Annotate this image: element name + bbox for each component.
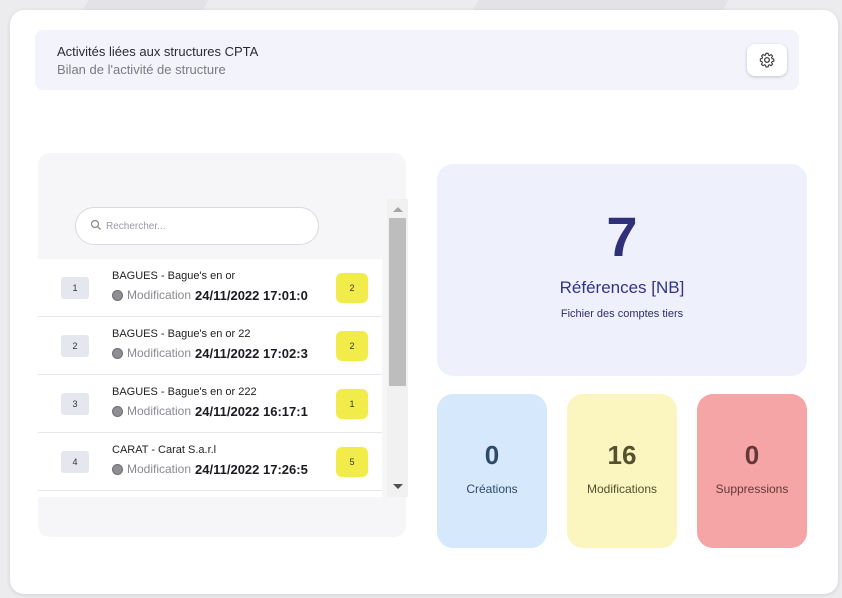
item-meta: Modification 24/11/2022 16:17:1 [112, 403, 340, 419]
references-sublabel: Fichier des comptes tiers [560, 308, 684, 320]
search-field[interactable] [75, 207, 319, 245]
item-number: 2 [61, 335, 89, 357]
item-number: 1 [61, 277, 89, 299]
suppressions-label: Suppressions [715, 482, 789, 496]
count-badge: 1 [336, 389, 368, 419]
list-scrollbar[interactable] [387, 199, 408, 497]
item-meta: Modification 24/11/2022 17:02:3 [112, 345, 340, 361]
scrollbar-thumb[interactable] [389, 218, 406, 386]
item-meta: Modification 24/11/2022 17:26:5 [112, 461, 340, 477]
status-dot-icon [112, 405, 123, 417]
search-input[interactable] [106, 220, 296, 232]
count-badge: 2 [336, 273, 368, 303]
settings-button[interactable] [747, 44, 787, 76]
item-title: CARAT - Carat S.a.r.l [112, 444, 217, 456]
scroll-down-icon[interactable] [393, 484, 403, 489]
list-item[interactable]: 2 BAGUES - Bague's en or 22 Modification… [38, 317, 382, 375]
page-subtitle: Bilan de l'activité de structure [57, 62, 226, 77]
item-action: Modification [127, 462, 192, 476]
item-meta: Modification 24/11/2022 17:01:0 [112, 287, 340, 303]
page-title: Activités liées aux structures CPTA [57, 44, 259, 59]
scroll-up-icon[interactable] [393, 207, 403, 212]
creations-value: 0 [484, 440, 500, 470]
gear-icon [759, 52, 775, 68]
modifications-stat-card: 16 Modifications [567, 394, 677, 548]
status-dot-icon [112, 289, 123, 301]
item-action: Modification [127, 346, 192, 360]
creations-stat-card: 0 Créations [437, 394, 547, 548]
status-dot-icon [112, 463, 123, 475]
activity-list: 1 BAGUES - Bague's en or Modification 24… [38, 259, 382, 497]
item-date: 24/11/2022 16:17:1 [195, 403, 308, 419]
references-stat-card: 7 Références [NB] Fichier des comptes ti… [437, 164, 807, 376]
item-date: 24/11/2022 17:01:0 [195, 287, 308, 303]
item-date: 24/11/2022 17:02:3 [195, 345, 308, 361]
activity-list-panel: 1 BAGUES - Bague's en or Modification 24… [38, 153, 408, 537]
status-dot-icon [112, 347, 123, 359]
count-badge: 2 [336, 331, 368, 361]
item-number: 4 [61, 451, 89, 473]
item-number: 3 [61, 393, 89, 415]
suppressions-value: 0 [744, 440, 760, 470]
references-label: Références [NB] [559, 278, 685, 297]
references-value: 7 [606, 205, 638, 268]
creations-label: Créations [466, 482, 518, 496]
modifications-label: Modifications [586, 482, 658, 496]
item-title: BAGUES - Bague's en or [112, 270, 236, 282]
modifications-value: 16 [607, 440, 637, 470]
card-header: Activités liées aux structures CPTA Bila… [35, 30, 799, 90]
search-icon [90, 219, 101, 230]
list-item[interactable]: 1 BAGUES - Bague's en or Modification 24… [38, 259, 382, 317]
item-title: BAGUES - Bague's en or 222 [112, 386, 257, 398]
item-date: 24/11/2022 17:26:5 [195, 461, 308, 477]
suppressions-stat-card: 0 Suppressions [697, 394, 807, 548]
item-action: Modification [127, 404, 192, 418]
list-item[interactable]: 3 BAGUES - Bague's en or 222 Modificatio… [38, 375, 382, 433]
item-title: BAGUES - Bague's en or 22 [112, 328, 251, 340]
count-badge: 5 [336, 447, 368, 477]
list-item[interactable]: 4 CARAT - Carat S.a.r.l Modification 24/… [38, 433, 382, 491]
item-action: Modification [127, 288, 192, 302]
